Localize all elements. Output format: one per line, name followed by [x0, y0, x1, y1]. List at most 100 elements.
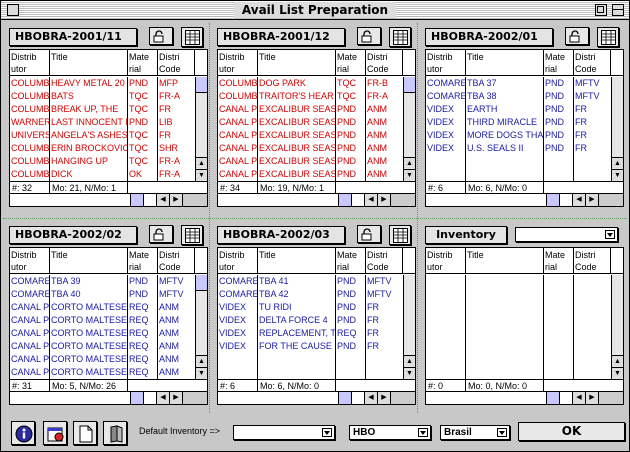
- table-row[interactable]: CANAL P CORTO MALTESE REQ ANM: [10, 353, 207, 366]
- scroll-right-arrow[interactable]: ▶: [377, 392, 390, 404]
- inventory-button[interactable]: Inventory: [425, 226, 507, 244]
- grid-button[interactable]: [181, 27, 203, 47]
- grid-button[interactable]: [181, 225, 203, 245]
- table-row[interactable]: CANAL P EXCALIBUR SEAS PND ANM: [218, 155, 415, 168]
- table-row[interactable]: VIDEX FOR THE CAUSE PND FR: [218, 340, 415, 353]
- scroll-down-arrow[interactable]: ▼: [612, 367, 623, 378]
- scroll-left-arrow[interactable]: ◀: [572, 392, 585, 404]
- table-row[interactable]: CANAL P EXCALIBUR SEAS PND ANM: [218, 129, 415, 142]
- table-row[interactable]: CANAL P CORTO MALTESE REQ ANM: [10, 301, 207, 314]
- close-box[interactable]: [7, 4, 19, 16]
- column-header-title[interactable]: Title: [50, 248, 128, 274]
- scroll-right-arrow[interactable]: ▶: [585, 392, 598, 404]
- grid-button[interactable]: [389, 225, 411, 245]
- new-document-button[interactable]: [73, 421, 97, 445]
- column-header-distributor[interactable]: Distrib utor: [426, 248, 466, 274]
- horizontal-scrollbar[interactable]: ◀ ▶: [10, 193, 207, 206]
- resize-grip[interactable]: [390, 392, 415, 404]
- collapse-box[interactable]: [612, 4, 624, 16]
- table-row[interactable]: VIDEX THIRD MIRACLE PND FR: [426, 116, 623, 129]
- table-row[interactable]: VIDEX U.S. SEALS II PND FR: [426, 142, 623, 155]
- column-header-distributor[interactable]: Distrib utor: [426, 50, 466, 76]
- table-row[interactable]: COLUMB ERIN BROCKOVIC TQC SHR: [10, 142, 207, 155]
- lock-button[interactable]: [357, 225, 381, 243]
- table-row[interactable]: COMARE TBA 42 PND MFTV: [218, 288, 415, 301]
- zoom-box[interactable]: [595, 4, 607, 16]
- inventory-select[interactable]: [515, 227, 618, 242]
- resize-grip[interactable]: [182, 194, 207, 206]
- default-inventory-select[interactable]: [233, 425, 335, 440]
- table-row[interactable]: COLUMB DICK OK FR-A: [10, 168, 207, 181]
- column-header-title[interactable]: Title: [466, 248, 544, 274]
- title-bar[interactable]: Avail List Preparation: [1, 1, 629, 20]
- scroll-right-arrow[interactable]: ▶: [169, 392, 182, 404]
- scroll-down-arrow[interactable]: ▼: [404, 367, 415, 378]
- table-row[interactable]: UNIVERS ANGELA'S ASHES TQC FR: [10, 129, 207, 142]
- table-row[interactable]: COMARE TBA 41 PND MFTV: [218, 275, 415, 288]
- panel-title-button[interactable]: HBOBRA-2002/02: [9, 226, 137, 244]
- column-header-material[interactable]: Mate rial: [128, 50, 158, 76]
- column-header-material[interactable]: Mate rial: [128, 248, 158, 274]
- country-select[interactable]: Brasil: [440, 425, 510, 440]
- scroll-thumb[interactable]: [196, 77, 207, 93]
- vertical-scrollbar[interactable]: ▲ ▼: [403, 275, 415, 379]
- scroll-down-arrow[interactable]: ▼: [196, 169, 207, 180]
- table-row[interactable]: CANAL P EXCALIBUR SEAS PND ANM: [218, 142, 415, 155]
- column-header-district[interactable]: Distri Code: [366, 248, 403, 274]
- column-header-title[interactable]: Title: [466, 50, 544, 76]
- scroll-up-arrow[interactable]: ▲: [612, 157, 623, 168]
- scroll-up-arrow[interactable]: ▲: [196, 355, 207, 366]
- grid-button[interactable]: [597, 27, 619, 47]
- lock-button[interactable]: [357, 27, 381, 45]
- column-header-material[interactable]: Mate rial: [544, 50, 574, 76]
- vertical-scrollbar[interactable]: ▲ ▼: [611, 77, 623, 181]
- scroll-up-arrow[interactable]: ▲: [196, 157, 207, 168]
- scroll-down-arrow[interactable]: ▼: [612, 169, 623, 180]
- table-row[interactable]: COLUMB BATS TQC FR-A: [10, 90, 207, 103]
- scroll-left-arrow[interactable]: ◀: [156, 194, 169, 206]
- scroll-right-arrow[interactable]: ▶: [585, 194, 598, 206]
- panel-title-button[interactable]: HBOBRA-2001/12: [217, 28, 345, 46]
- table-row[interactable]: COLUMB DOG PARK TQC FR-B: [218, 77, 415, 90]
- network-select[interactable]: HBO: [349, 425, 431, 440]
- table-row[interactable]: COLUMB BREAK UP, THE TQC FR: [10, 103, 207, 116]
- table-row[interactable]: VIDEX TU RIDI PND FR: [218, 301, 415, 314]
- table-row[interactable]: VIDEX REPLACEMENT, T REQ FR: [218, 327, 415, 340]
- column-header-district[interactable]: Distri Code: [574, 248, 611, 274]
- grid-button[interactable]: [389, 27, 411, 47]
- scroll-up-arrow[interactable]: ▲: [404, 157, 415, 168]
- panel-title-button[interactable]: HBOBRA-2002/03: [217, 226, 345, 244]
- scroll-thumb[interactable]: [404, 77, 415, 93]
- column-header-title[interactable]: Title: [50, 50, 128, 76]
- column-header-title[interactable]: Title: [258, 50, 336, 76]
- info-button[interactable]: [11, 421, 35, 445]
- column-header-distributor[interactable]: Distrib utor: [218, 248, 258, 274]
- table-row[interactable]: CANAL P CORTO MALTESE REQ ANM: [10, 340, 207, 353]
- scroll-thumb[interactable]: [196, 275, 207, 291]
- resize-grip[interactable]: [390, 194, 415, 206]
- scroll-thumb[interactable]: [130, 392, 144, 404]
- horizontal-scrollbar[interactable]: ◀ ▶: [218, 193, 415, 206]
- scroll-right-arrow[interactable]: ▶: [169, 194, 182, 206]
- table-row[interactable]: COMARE TBA 39 PND MFTV: [10, 275, 207, 288]
- scroll-right-arrow[interactable]: ▶: [377, 194, 390, 206]
- scroll-up-arrow[interactable]: ▲: [612, 355, 623, 366]
- vertical-scrollbar[interactable]: ▲ ▼: [403, 77, 415, 181]
- lock-button[interactable]: [149, 27, 173, 45]
- table-row[interactable]: CANAL P CORTO MALTESE REQ ANM: [10, 366, 207, 379]
- scroll-left-arrow[interactable]: ◀: [572, 194, 585, 206]
- resize-grip[interactable]: [182, 392, 207, 404]
- column-header-distributor[interactable]: Distrib utor: [10, 248, 50, 274]
- table-row[interactable]: COLUMB TRAITOR'S HEAR TQC FR-A: [218, 90, 415, 103]
- table-row[interactable]: COLUMB HANGING UP TQC FR-A: [10, 155, 207, 168]
- table-row[interactable]: CANAL P CORTO MALTESE REQ ANM: [10, 327, 207, 340]
- column-header-district[interactable]: Distri Code: [366, 50, 403, 76]
- scroll-thumb[interactable]: [546, 392, 560, 404]
- column-header-district[interactable]: Distri Code: [574, 50, 611, 76]
- scroll-up-arrow[interactable]: ▲: [404, 355, 415, 366]
- table-row[interactable]: CANAL P EXCALIBUR SEAS PND ANM: [218, 168, 415, 181]
- lock-button[interactable]: [149, 225, 173, 243]
- scroll-down-arrow[interactable]: ▼: [196, 367, 207, 378]
- scroll-thumb[interactable]: [338, 194, 352, 206]
- panel-title-button[interactable]: HBOBRA-2001/11: [9, 28, 137, 46]
